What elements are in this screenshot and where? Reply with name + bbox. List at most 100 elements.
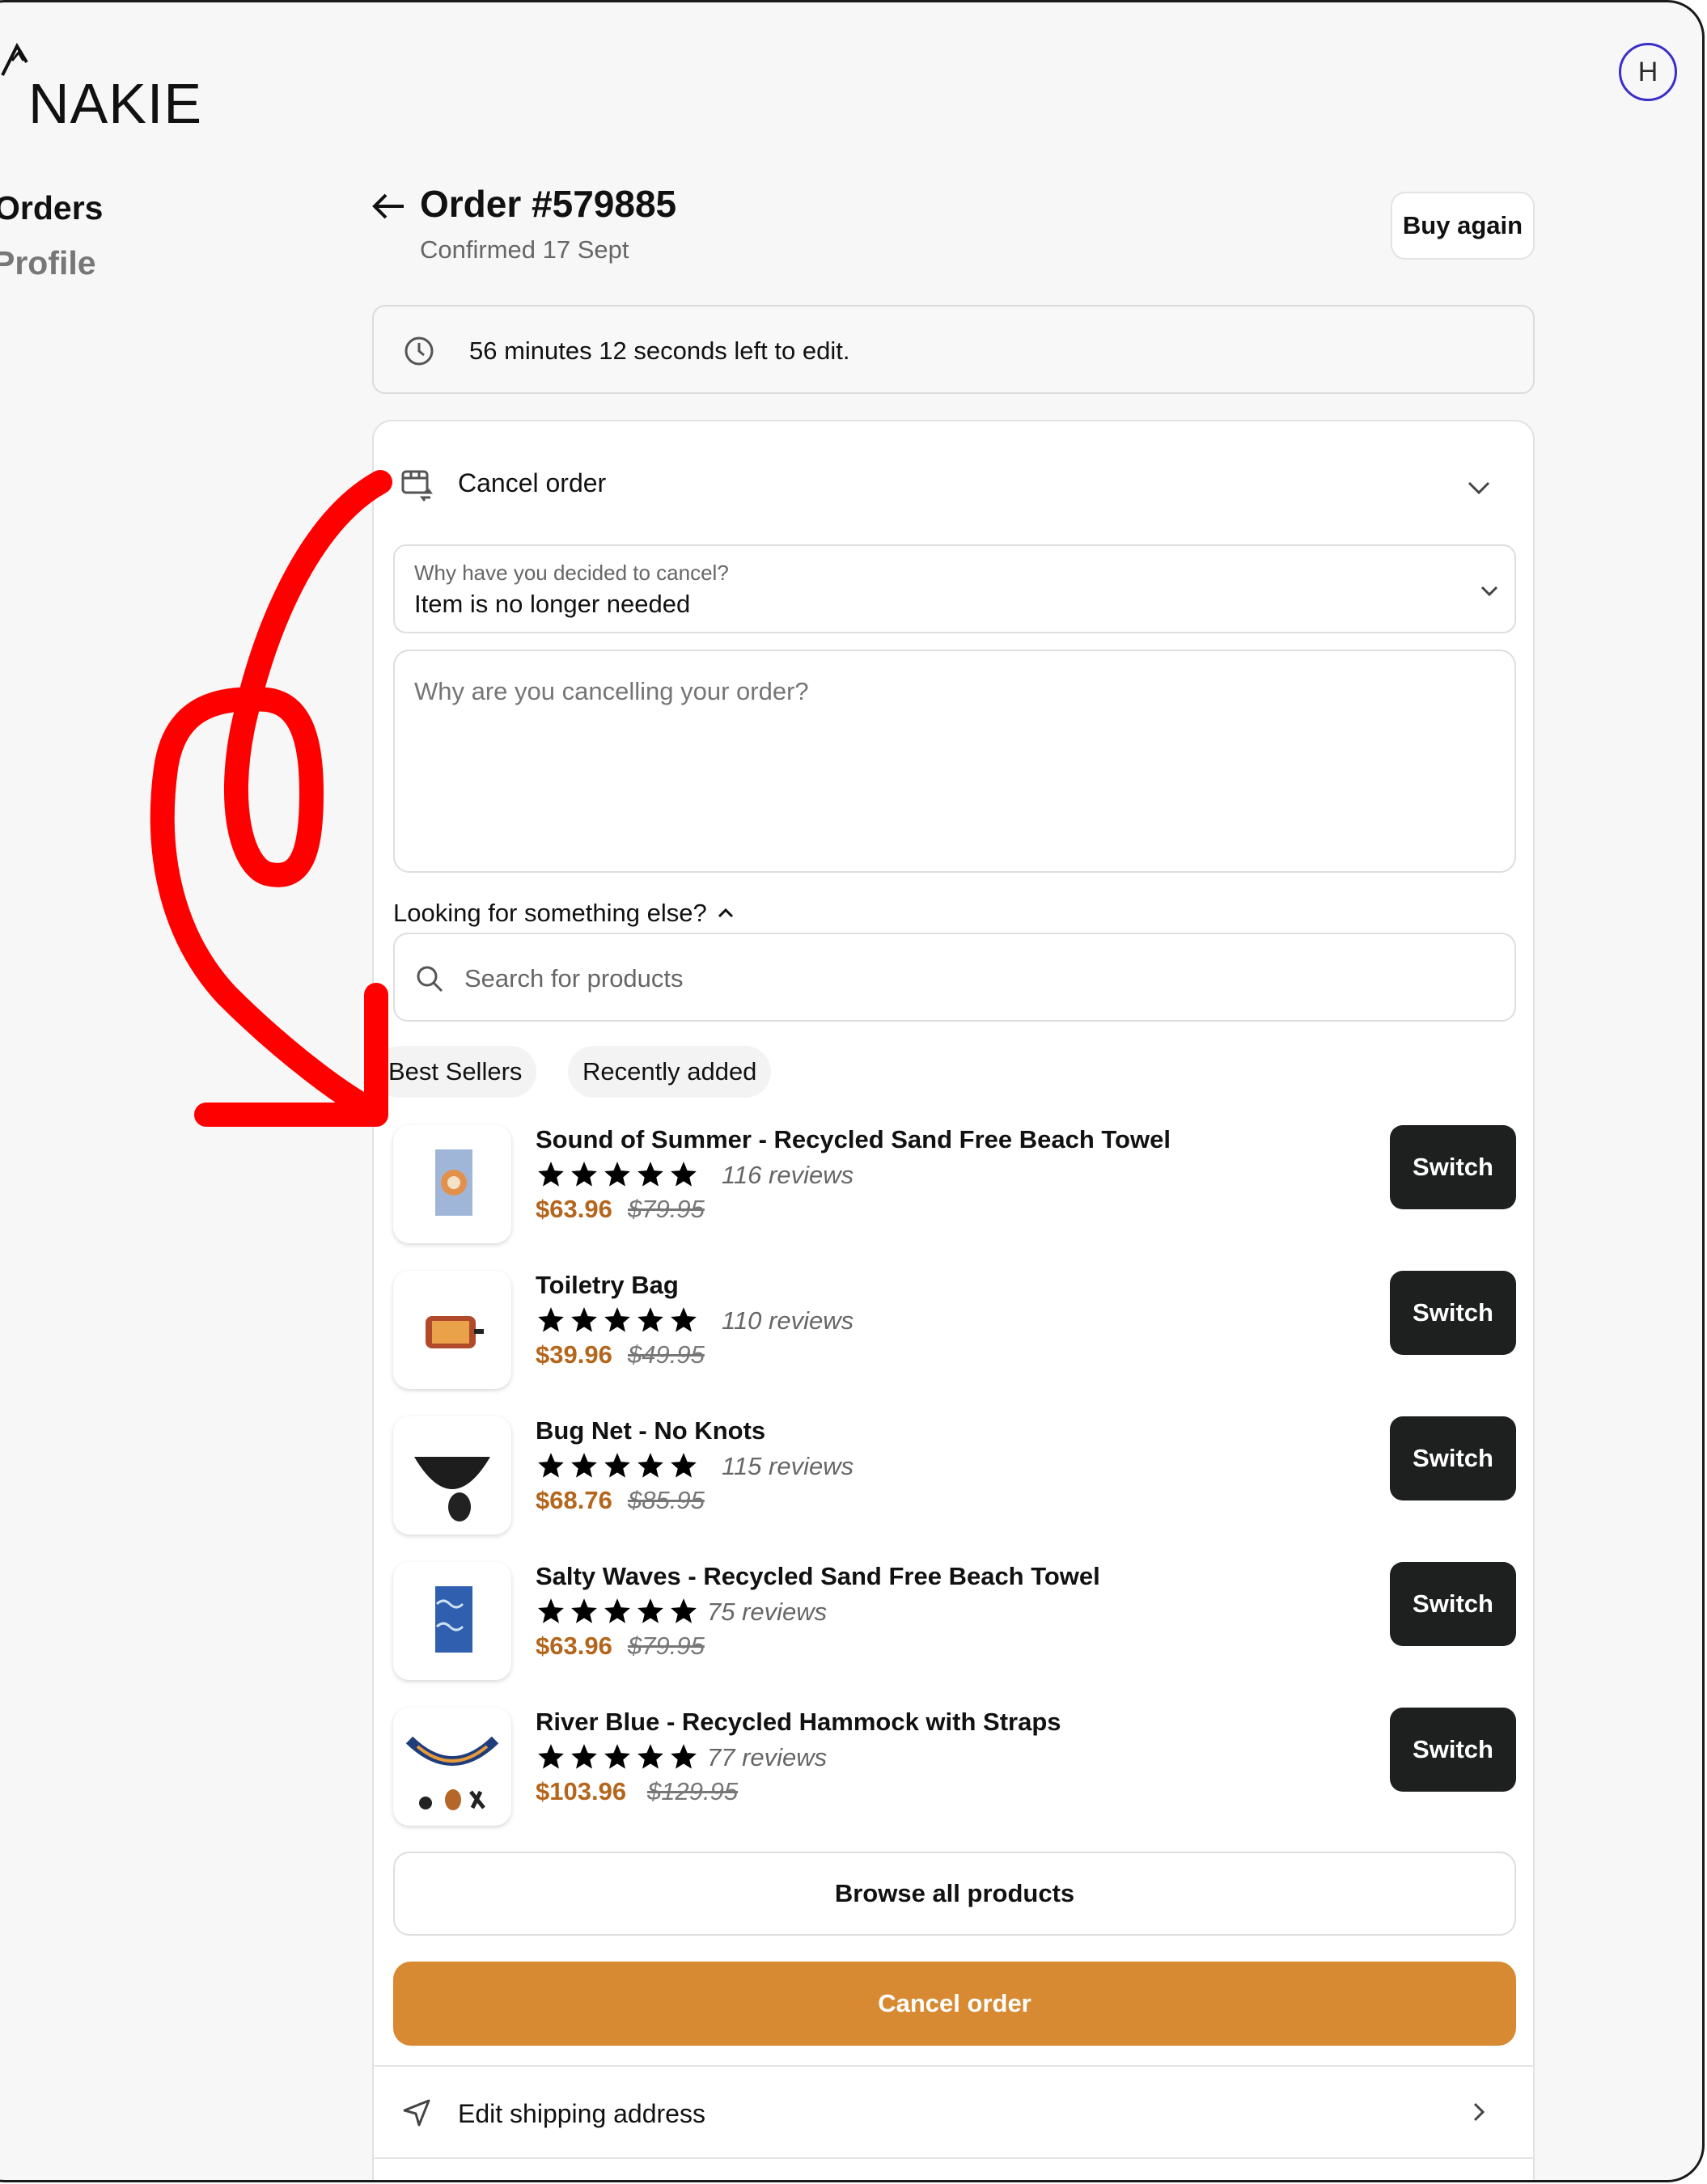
switch-button[interactable]: Switch <box>1390 1125 1516 1209</box>
product-search-input[interactable] <box>464 950 1468 1007</box>
star-rating <box>536 1450 699 1481</box>
edit-timer-banner: 56 minutes 12 seconds left to edit. <box>372 305 1535 394</box>
star-rating <box>536 1596 699 1627</box>
cancel-order-heading[interactable]: Cancel order <box>458 468 606 498</box>
original-price: $129.95 <box>647 1777 739 1805</box>
search-icon <box>417 966 443 993</box>
cancel-box-icon <box>401 470 433 502</box>
back-arrow-icon[interactable] <box>370 187 409 226</box>
star-icon <box>671 1598 697 1623</box>
cancel-reason-select[interactable]: Why have you decided to cancel? Item is … <box>393 544 1516 633</box>
star-rating <box>536 1305 699 1335</box>
order-confirmed-date: Confirmed 17 Sept <box>420 235 629 264</box>
nakie-logo[interactable]: NAKIE <box>0 35 201 132</box>
star-icon <box>604 1598 630 1623</box>
chip-best-sellers[interactable]: Best Sellers <box>374 1046 537 1098</box>
buy-again-button[interactable]: Buy again <box>1391 192 1535 260</box>
divider <box>374 2157 1533 2159</box>
looking-for-something-else-toggle[interactable]: Looking for something else? <box>393 899 736 928</box>
star-icon <box>571 1744 597 1769</box>
logo-text: NAKIE <box>28 72 203 135</box>
sale-price: $63.96 <box>536 1632 612 1660</box>
product-name[interactable]: Toiletry Bag <box>536 1271 679 1300</box>
star-rating <box>536 1159 699 1190</box>
chevron-up-icon <box>718 908 733 918</box>
star-icon <box>637 1162 663 1187</box>
avatar-initial: H <box>1637 56 1658 87</box>
star-icon <box>604 1162 630 1187</box>
order-actions-panel: Cancel order Why have you decided to can… <box>372 420 1535 2180</box>
sale-price: $63.96 <box>536 1195 612 1223</box>
sale-price: $68.76 <box>536 1486 612 1514</box>
browse-all-products-button[interactable]: Browse all products <box>393 1852 1516 1936</box>
product-row: Sound of Summer - Recycled Sand Free Bea… <box>393 1125 1516 1246</box>
edit-shipping-address-row[interactable]: Edit shipping address <box>374 2067 1533 2156</box>
switch-button[interactable]: Switch <box>1390 1562 1516 1646</box>
bug-net-thumbnail[interactable] <box>393 1416 511 1534</box>
product-name[interactable]: Salty Waves - Recycled Sand Free Beach T… <box>536 1562 1100 1591</box>
sale-price: $39.96 <box>536 1340 612 1369</box>
product-name[interactable]: River Blue - Recycled Hammock with Strap… <box>536 1708 1061 1737</box>
beach-towel-waves-thumbnail[interactable] <box>393 1562 511 1680</box>
switch-button[interactable]: Switch <box>1390 1271 1516 1355</box>
product-row: Toiletry Bag 110 reviews $39.96 $49.95 S… <box>393 1271 1516 1392</box>
cancel-reason-value: Item is no longer needed <box>414 590 691 618</box>
review-count: 116 reviews <box>722 1161 854 1189</box>
bug-net-icon <box>414 1457 490 1522</box>
toiletry-bag-thumbnail[interactable] <box>393 1271 511 1389</box>
user-avatar[interactable]: H <box>1619 43 1677 101</box>
star-icon <box>604 1453 630 1478</box>
product-row: Salty Waves - Recycled Sand Free Beach T… <box>393 1562 1516 1683</box>
star-icon <box>671 1162 697 1187</box>
order-title: Order #579885 <box>420 183 677 225</box>
beach-towel-mandala-thumbnail[interactable] <box>393 1125 511 1243</box>
navigation-arrow-icon <box>403 2099 430 2127</box>
nav-item-orders[interactable]: Orders <box>0 180 103 235</box>
product-row: Bug Net - No Knots 115 reviews $68.76 $8… <box>393 1416 1516 1538</box>
star-icon <box>671 1453 697 1478</box>
cancel-reason-label: Why have you decided to cancel? <box>414 561 729 585</box>
star-icon <box>538 1162 564 1187</box>
switch-button[interactable]: Switch <box>1390 1416 1516 1500</box>
original-price: $49.95 <box>628 1340 705 1369</box>
cancel-comment-textarea[interactable] <box>393 650 1516 873</box>
product-name[interactable]: Bug Net - No Knots <box>536 1416 765 1445</box>
star-icon <box>604 1307 630 1332</box>
product-name[interactable]: Sound of Summer - Recycled Sand Free Bea… <box>536 1125 1171 1154</box>
star-icon <box>571 1453 597 1478</box>
star-icon <box>571 1307 597 1332</box>
review-count: 115 reviews <box>722 1452 854 1480</box>
looking-for-label: Looking for something else? <box>393 899 707 927</box>
star-icon <box>637 1598 663 1623</box>
star-icon <box>571 1162 597 1187</box>
star-icon <box>637 1453 663 1478</box>
star-icon <box>637 1307 663 1332</box>
star-icon <box>538 1453 564 1478</box>
star-icon <box>538 1598 564 1623</box>
toiletry-bag-icon <box>426 1316 484 1348</box>
chip-recently-added[interactable]: Recently added <box>568 1046 772 1098</box>
chevron-right-icon <box>1473 2102 1485 2122</box>
review-count: 110 reviews <box>722 1306 854 1335</box>
original-price: $79.95 <box>628 1632 705 1660</box>
original-price: $79.95 <box>628 1195 705 1223</box>
switch-button[interactable]: Switch <box>1390 1708 1516 1792</box>
review-count: 77 reviews <box>707 1743 828 1771</box>
original-price: $85.95 <box>628 1486 705 1514</box>
star-icon <box>604 1744 630 1769</box>
star-icon <box>571 1598 597 1623</box>
chevron-down-icon <box>1480 586 1498 597</box>
product-search-box[interactable] <box>393 933 1516 1022</box>
edit-shipping-address-label: Edit shipping address <box>458 2099 705 2128</box>
app-frame: NAKIE H Orders Profile Order #579885 Con… <box>0 0 1705 2182</box>
cancel-order-button[interactable]: Cancel order <box>393 1962 1516 2046</box>
nav-item-profile[interactable]: Profile <box>0 235 103 290</box>
star-icon <box>671 1744 697 1769</box>
star-icon <box>538 1744 564 1769</box>
chevron-down-icon[interactable] <box>1463 472 1495 504</box>
star-icon <box>538 1307 564 1332</box>
star-icon <box>671 1307 697 1332</box>
hammock-thumbnail[interactable] <box>393 1708 511 1826</box>
hammock-icon <box>405 1736 499 1810</box>
edit-timer-text: 56 minutes 12 seconds left to edit. <box>469 336 850 365</box>
